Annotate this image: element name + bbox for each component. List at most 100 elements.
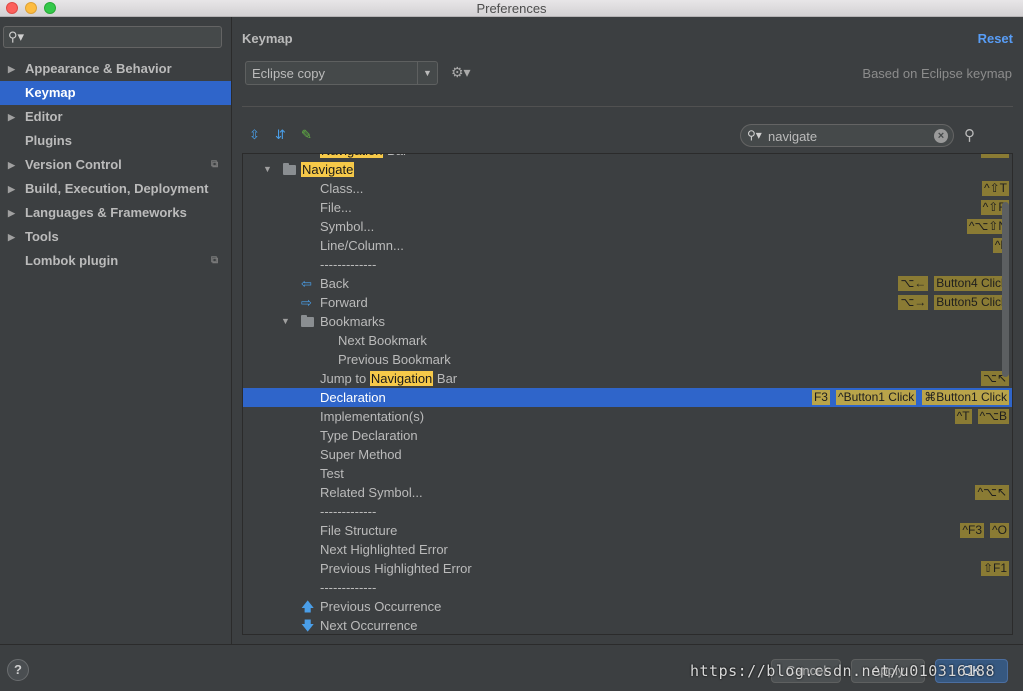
sidebar-item-tools[interactable]: ▶ Tools <box>0 225 231 249</box>
tree-row[interactable]: Next Bookmark <box>243 331 1012 350</box>
action-name-text: Forward <box>320 295 368 310</box>
search-icon: ⚲▾ <box>8 29 25 44</box>
shortcut-list: ⌥↖ <box>981 154 1009 158</box>
tree-folder-row[interactable]: ▼ Navigate <box>243 160 1012 179</box>
action-name: Navigate <box>301 160 355 179</box>
shortcut-list: ^T ^⌥B <box>954 407 1009 424</box>
tree-row[interactable]: File... ^⇧R <box>243 198 1012 217</box>
tree-row[interactable]: Symbol... ^⌥⇧N <box>243 217 1012 236</box>
shortcut-badge: Button5 Click <box>934 295 1009 310</box>
chevron-down-icon[interactable]: ▼ <box>263 160 272 179</box>
action-name-text: Bookmarks <box>320 314 386 329</box>
action-name-text: File... <box>320 200 352 215</box>
chevron-right-icon[interactable]: ▶ <box>8 177 15 201</box>
shortcut-badge: ⇧F1 <box>980 561 1009 576</box>
folder-icon <box>301 315 314 327</box>
sidebar-item-languages-frameworks[interactable]: ▶ Languages & Frameworks <box>0 201 231 225</box>
sidebar-item-label: Keymap <box>25 85 76 100</box>
shortcut-badge: ^⌥B <box>977 409 1009 424</box>
tree-row[interactable]: Related Symbol... ^⌥↖ <box>243 483 1012 502</box>
sidebar-item-version-control[interactable]: ▶ Version Control ⧉ <box>0 153 231 177</box>
search-icon: ⚲▾ <box>747 128 762 142</box>
action-name-text: Previous Bookmark <box>338 352 451 367</box>
action-name-text: Next Highlighted Error <box>320 542 448 557</box>
sidebar-item-lombok-plugin[interactable]: Lombok plugin ⧉ <box>0 249 231 273</box>
down-arrow-icon: 🡇 <box>301 618 315 633</box>
tree-row[interactable]: Class... ^⇧T <box>243 179 1012 198</box>
tree-row[interactable]: 🡇 Next Occurrence <box>243 616 1012 634</box>
sidebar-item-build-execution-deployment[interactable]: ▶ Build, Execution, Deployment <box>0 177 231 201</box>
chevron-down-icon[interactable]: ▼ <box>281 312 290 331</box>
chevron-right-icon[interactable]: ▶ <box>8 153 15 177</box>
tree-row[interactable]: Previous Highlighted Error ⇧F1 <box>243 559 1012 578</box>
tree-row[interactable]: ------------- <box>243 255 1012 274</box>
shortcut-list: ⌥→ Button5 Click <box>898 293 1009 310</box>
action-name-text: Back <box>320 276 349 291</box>
action-name: Related Symbol... <box>320 483 423 502</box>
sidebar-item-label: Build, Execution, Deployment <box>25 181 209 196</box>
tree-row[interactable]: ------------- <box>243 502 1012 521</box>
tree-row[interactable]: Navigation Bar ⌥↖ <box>243 154 1012 160</box>
find-by-shortcut-icon[interactable]: ⚲ <box>964 126 975 144</box>
sidebar-item-editor[interactable]: ▶ Editor <box>0 105 231 129</box>
chevron-right-icon[interactable]: ▶ <box>8 225 15 249</box>
sidebar-item-label: Plugins <box>25 133 72 148</box>
tree-row[interactable]: 🡅 Previous Occurrence <box>243 597 1012 616</box>
reset-link[interactable]: Reset <box>978 31 1013 46</box>
edit-pencil-icon[interactable]: ✎ <box>301 127 312 143</box>
action-name-text: Jump to <box>320 371 370 386</box>
tree-row[interactable]: Jump to Navigation Bar ⌥↖ <box>243 369 1012 388</box>
tree-row[interactable]: File Structure ^F3 ^O <box>243 521 1012 540</box>
tree-row[interactable]: ⇦ Back ⌥← Button4 Click <box>243 274 1012 293</box>
action-name: ------------- <box>320 255 376 274</box>
collapse-all-icon[interactable]: ⇵ <box>275 127 286 143</box>
action-name: Line/Column... <box>320 236 404 255</box>
tree-row[interactable]: Previous Bookmark <box>243 350 1012 369</box>
tree-row[interactable]: ⇨ Forward ⌥→ Button5 Click <box>243 293 1012 312</box>
sidebar-item-plugins[interactable]: Plugins <box>0 129 231 153</box>
keymap-select[interactable]: Eclipse copy ▼ <box>245 61 438 85</box>
action-name-text: Class... <box>320 181 364 196</box>
tree-folder-row[interactable]: ▼ Bookmarks <box>243 312 1012 331</box>
sidebar-item-label: Lombok plugin <box>25 253 119 268</box>
action-name-text: Line/Column... <box>320 238 404 253</box>
shortcut-badge: F3 <box>811 390 830 405</box>
tree-scrollbar[interactable] <box>1002 202 1009 377</box>
sidebar-item-keymap[interactable]: Keymap <box>0 81 231 105</box>
tree-row[interactable]: Next Highlighted Error <box>243 540 1012 559</box>
action-name: Test <box>320 464 344 483</box>
sidebar-item-appearance-behavior[interactable]: ▶ Appearance & Behavior <box>0 57 231 81</box>
tree-row[interactable]: Line/Column... ^L <box>243 236 1012 255</box>
action-name: Back <box>320 274 349 293</box>
keymap-select-value: Eclipse copy <box>252 66 325 81</box>
shortcut-badge: ^O <box>990 523 1009 538</box>
tree-row[interactable]: Test <box>243 464 1012 483</box>
shortcut-badge: ⌥← <box>898 276 929 291</box>
sidebar-item-label: Appearance & Behavior <box>25 61 172 76</box>
action-name: ------------- <box>320 578 376 597</box>
chevron-right-icon[interactable]: ▶ <box>8 105 15 129</box>
settings-sidebar: ⚲▾ ▶ Appearance & Behavior Keymap ▶ Editor Pl… <box>0 17 232 644</box>
help-button[interactable]: ? <box>7 659 29 681</box>
clear-icon[interactable]: × <box>934 129 948 143</box>
tree-row[interactable]: Super Method <box>243 445 1012 464</box>
keymap-panel: Keymap Reset Eclipse copy ▼ ⚙▾ Based on … <box>233 17 1023 644</box>
chevron-right-icon[interactable]: ▶ <box>8 201 15 225</box>
tree-row[interactable]: ------------- <box>243 578 1012 597</box>
tree-row[interactable]: Type Declaration <box>243 426 1012 445</box>
gear-icon[interactable]: ⚙▾ <box>451 64 471 81</box>
action-name: Previous Occurrence <box>320 597 441 616</box>
shortcut-badge: Button4 Click <box>934 276 1009 291</box>
tree-row[interactable]: Declaration F3 ^Button1 Click ⌘Button1 Clic… <box>243 388 1012 407</box>
keymap-filter-input[interactable]: ⚲▾ navigate × <box>740 124 954 147</box>
settings-search-input[interactable]: ⚲▾ <box>3 26 222 48</box>
tree-row[interactable]: Implementation(s) ^T ^⌥B <box>243 407 1012 426</box>
chevron-down-icon[interactable]: ▼ <box>417 62 437 84</box>
chevron-right-icon[interactable]: ▶ <box>8 57 15 81</box>
shortcut-list: ^⇧T <box>981 179 1009 196</box>
action-name: Declaration <box>320 388 386 407</box>
expand-all-icon[interactable]: ⇳ <box>249 127 260 143</box>
action-name-text: ------------- <box>320 257 377 272</box>
action-name-text: File Structure <box>320 523 398 538</box>
shortcut-badge: ⌘Button1 Click <box>922 390 1009 405</box>
